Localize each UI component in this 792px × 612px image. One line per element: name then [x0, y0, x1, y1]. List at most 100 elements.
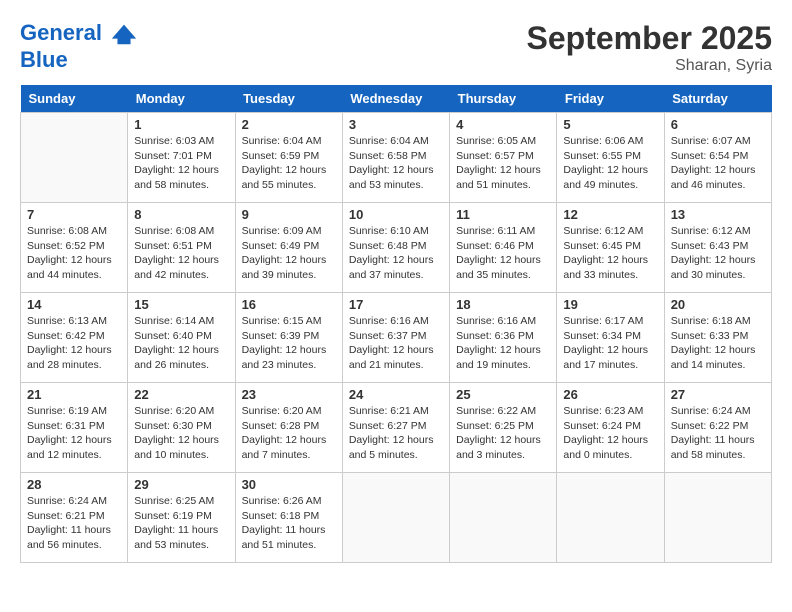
day-info: Sunrise: 6:22 AM Sunset: 6:25 PM Dayligh…	[456, 404, 550, 463]
calendar-cell: 24 Sunrise: 6:21 AM Sunset: 6:27 PM Dayli…	[342, 383, 449, 473]
calendar-cell	[557, 473, 664, 563]
calendar-week-row: 28 Sunrise: 6:24 AM Sunset: 6:21 PM Dayli…	[21, 473, 772, 563]
day-number: 17	[349, 297, 443, 312]
day-number: 3	[349, 117, 443, 132]
calendar-cell: 7 Sunrise: 6:08 AM Sunset: 6:52 PM Daylig…	[21, 203, 128, 293]
calendar-cell: 12Sunrise: 6:12 AM Sunset: 6:45 PM Dayli…	[557, 203, 664, 293]
day-info: Sunrise: 6:03 AM Sunset: 7:01 PM Dayligh…	[134, 134, 228, 193]
calendar-cell: 29 Sunrise: 6:25 AM Sunset: 6:19 PM Dayli…	[128, 473, 235, 563]
day-info: Sunrise: 6:17 AM Sunset: 6:34 PM Dayligh…	[563, 314, 657, 373]
day-info: Sunrise: 6:26 AM Sunset: 6:18 PM Dayligh…	[242, 494, 336, 553]
day-info: Sunrise: 6:24 AM Sunset: 6:21 PM Dayligh…	[27, 494, 121, 553]
day-number: 30	[242, 477, 336, 492]
location: Sharan, Syria	[527, 57, 772, 75]
calendar-cell	[450, 473, 557, 563]
day-info: Sunrise: 6:24 AM Sunset: 6:22 PM Dayligh…	[671, 404, 765, 463]
day-info: Sunrise: 6:20 AM Sunset: 6:30 PM Dayligh…	[134, 404, 228, 463]
calendar-cell: 17Sunrise: 6:16 AM Sunset: 6:37 PM Dayli…	[342, 293, 449, 383]
day-info: Sunrise: 6:23 AM Sunset: 6:24 PM Dayligh…	[563, 404, 657, 463]
day-number: 10	[349, 207, 443, 222]
calendar-cell: 2Sunrise: 6:04 AM Sunset: 6:59 PM Daylig…	[235, 113, 342, 203]
logo-icon	[110, 20, 138, 48]
day-info: Sunrise: 6:15 AM Sunset: 6:39 PM Dayligh…	[242, 314, 336, 373]
calendar-cell: 30 Sunrise: 6:26 AM Sunset: 6:18 PM Dayli…	[235, 473, 342, 563]
calendar-cell: 8 Sunrise: 6:08 AM Sunset: 6:51 PM Daylig…	[128, 203, 235, 293]
day-number: 15	[134, 297, 228, 312]
calendar-cell: 22 Sunrise: 6:20 AM Sunset: 6:30 PM Dayli…	[128, 383, 235, 473]
day-info: Sunrise: 6:16 AM Sunset: 6:36 PM Dayligh…	[456, 314, 550, 373]
calendar-cell: 20Sunrise: 6:18 AM Sunset: 6:33 PM Dayli…	[664, 293, 771, 383]
calendar-cell	[21, 113, 128, 203]
day-header-wednesday: Wednesday	[342, 85, 449, 113]
day-number: 4	[456, 117, 550, 132]
day-header-friday: Friday	[557, 85, 664, 113]
calendar-cell: 25Sunrise: 6:22 AM Sunset: 6:25 PM Dayli…	[450, 383, 557, 473]
day-number: 24	[349, 387, 443, 402]
day-info: Sunrise: 6:08 AM Sunset: 6:51 PM Dayligh…	[134, 224, 228, 283]
calendar-cell: 9Sunrise: 6:09 AM Sunset: 6:49 PM Daylig…	[235, 203, 342, 293]
day-info: Sunrise: 6:06 AM Sunset: 6:55 PM Dayligh…	[563, 134, 657, 193]
day-info: Sunrise: 6:10 AM Sunset: 6:48 PM Dayligh…	[349, 224, 443, 283]
day-number: 22	[134, 387, 228, 402]
calendar-cell	[342, 473, 449, 563]
day-number: 6	[671, 117, 765, 132]
day-number: 5	[563, 117, 657, 132]
day-number: 8	[134, 207, 228, 222]
day-info: Sunrise: 6:18 AM Sunset: 6:33 PM Dayligh…	[671, 314, 765, 373]
day-number: 18	[456, 297, 550, 312]
calendar-cell: 21 Sunrise: 6:19 AM Sunset: 6:31 PM Dayli…	[21, 383, 128, 473]
day-number: 27	[671, 387, 765, 402]
day-header-monday: Monday	[128, 85, 235, 113]
day-header-thursday: Thursday	[450, 85, 557, 113]
day-number: 21	[27, 387, 121, 402]
calendar-cell: 16 Sunrise: 6:15 AM Sunset: 6:39 PM Dayli…	[235, 293, 342, 383]
day-number: 12	[563, 207, 657, 222]
calendar-cell: 15 Sunrise: 6:14 AM Sunset: 6:40 PM Dayli…	[128, 293, 235, 383]
day-info: Sunrise: 6:25 AM Sunset: 6:19 PM Dayligh…	[134, 494, 228, 553]
day-info: Sunrise: 6:20 AM Sunset: 6:28 PM Dayligh…	[242, 404, 336, 463]
day-number: 2	[242, 117, 336, 132]
day-number: 7	[27, 207, 121, 222]
calendar-cell: 27 Sunrise: 6:24 AM Sunset: 6:22 PM Dayli…	[664, 383, 771, 473]
day-number: 16	[242, 297, 336, 312]
calendar-cell: 10 Sunrise: 6:10 AM Sunset: 6:48 PM Dayli…	[342, 203, 449, 293]
day-info: Sunrise: 6:09 AM Sunset: 6:49 PM Dayligh…	[242, 224, 336, 283]
calendar-cell: 28 Sunrise: 6:24 AM Sunset: 6:21 PM Dayli…	[21, 473, 128, 563]
month-title: September 2025	[527, 20, 772, 57]
day-number: 13	[671, 207, 765, 222]
page-header: General Blue September 2025 Sharan, Syri…	[20, 20, 772, 75]
day-number: 29	[134, 477, 228, 492]
title-block: September 2025 Sharan, Syria	[527, 20, 772, 75]
calendar-week-row: 1 Sunrise: 6:03 AM Sunset: 7:01 PM Daylig…	[21, 113, 772, 203]
calendar-cell: 19 Sunrise: 6:17 AM Sunset: 6:34 PM Dayli…	[557, 293, 664, 383]
day-info: Sunrise: 6:08 AM Sunset: 6:52 PM Dayligh…	[27, 224, 121, 283]
calendar-cell: 1 Sunrise: 6:03 AM Sunset: 7:01 PM Daylig…	[128, 113, 235, 203]
calendar-cell: 14Sunrise: 6:13 AM Sunset: 6:42 PM Dayli…	[21, 293, 128, 383]
day-info: Sunrise: 6:12 AM Sunset: 6:43 PM Dayligh…	[671, 224, 765, 283]
calendar-week-row: 14Sunrise: 6:13 AM Sunset: 6:42 PM Dayli…	[21, 293, 772, 383]
day-number: 28	[27, 477, 121, 492]
logo-line2: Blue	[20, 48, 138, 72]
day-number: 26	[563, 387, 657, 402]
day-number: 11	[456, 207, 550, 222]
day-info: Sunrise: 6:04 AM Sunset: 6:58 PM Dayligh…	[349, 134, 443, 193]
calendar-cell: 13 Sunrise: 6:12 AM Sunset: 6:43 PM Dayli…	[664, 203, 771, 293]
day-info: Sunrise: 6:07 AM Sunset: 6:54 PM Dayligh…	[671, 134, 765, 193]
calendar-cell: 26 Sunrise: 6:23 AM Sunset: 6:24 PM Dayli…	[557, 383, 664, 473]
calendar-week-row: 7 Sunrise: 6:08 AM Sunset: 6:52 PM Daylig…	[21, 203, 772, 293]
calendar-header-row: SundayMondayTuesdayWednesdayThursdayFrid…	[21, 85, 772, 113]
day-info: Sunrise: 6:21 AM Sunset: 6:27 PM Dayligh…	[349, 404, 443, 463]
day-info: Sunrise: 6:05 AM Sunset: 6:57 PM Dayligh…	[456, 134, 550, 193]
day-number: 19	[563, 297, 657, 312]
calendar-cell	[664, 473, 771, 563]
day-header-saturday: Saturday	[664, 85, 771, 113]
day-info: Sunrise: 6:14 AM Sunset: 6:40 PM Dayligh…	[134, 314, 228, 373]
calendar-cell: 18 Sunrise: 6:16 AM Sunset: 6:36 PM Dayli…	[450, 293, 557, 383]
day-number: 1	[134, 117, 228, 132]
day-info: Sunrise: 6:13 AM Sunset: 6:42 PM Dayligh…	[27, 314, 121, 373]
calendar-cell: 6 Sunrise: 6:07 AM Sunset: 6:54 PM Daylig…	[664, 113, 771, 203]
day-header-tuesday: Tuesday	[235, 85, 342, 113]
day-info: Sunrise: 6:19 AM Sunset: 6:31 PM Dayligh…	[27, 404, 121, 463]
calendar-cell: 4 Sunrise: 6:05 AM Sunset: 6:57 PM Daylig…	[450, 113, 557, 203]
calendar-cell: 5 Sunrise: 6:06 AM Sunset: 6:55 PM Daylig…	[557, 113, 664, 203]
